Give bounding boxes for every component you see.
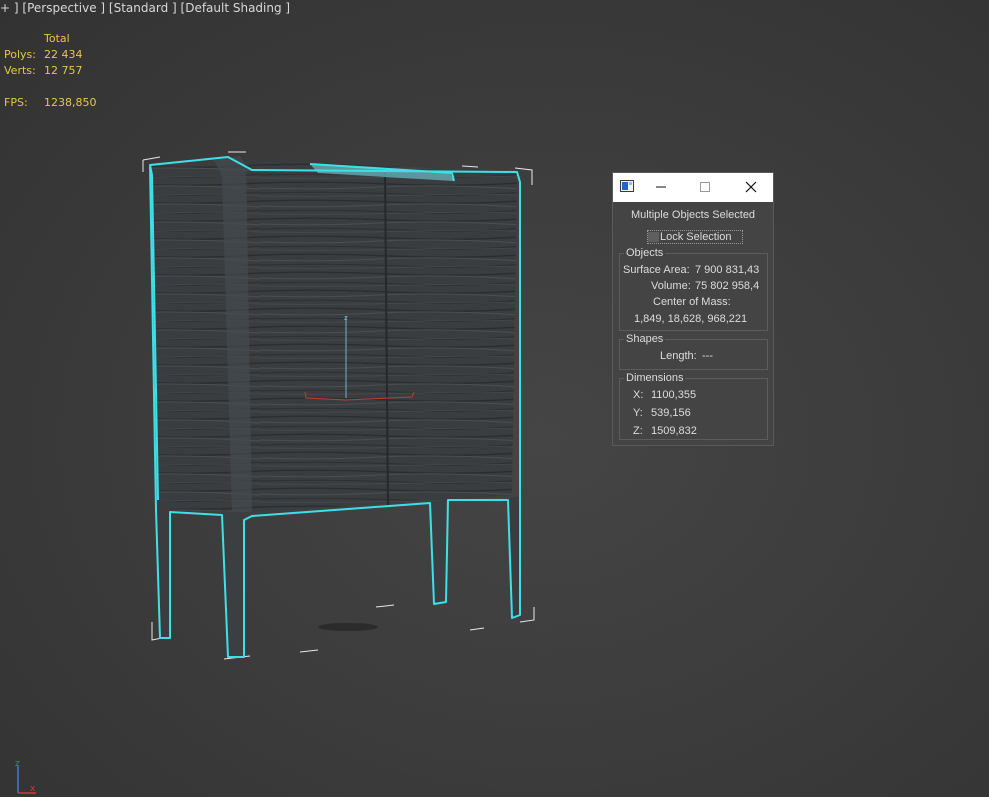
shapes-group: Shapes Length: --- xyxy=(619,333,768,370)
center-of-mass-value: 1,849, 18,628, 968,221 xyxy=(634,313,748,325)
verts-value: 12 757 xyxy=(44,64,83,77)
viewport-scene[interactable]: z z x xyxy=(0,0,989,797)
svg-text:z: z xyxy=(344,314,348,322)
viewport-menu-camera[interactable]: [Standard ] xyxy=(109,0,177,16)
center-of-mass-label: Center of Mass: xyxy=(653,296,731,308)
shapes-group-title: Shapes xyxy=(624,333,666,346)
dialog-titlebar[interactable] xyxy=(613,173,773,202)
dimensions-group: Dimensions X: 1100,355 Y: 539,156 Z: 150… xyxy=(619,372,768,440)
length-label: Length: xyxy=(660,350,697,362)
close-icon[interactable] xyxy=(744,180,758,194)
surface-area-label: Surface Area: xyxy=(623,264,690,276)
dimensions-group-title: Dimensions xyxy=(624,372,686,385)
objects-group-title: Objects xyxy=(624,247,666,260)
volume-value: 75 802 958,4 xyxy=(695,280,760,292)
lock-selection-box[interactable] xyxy=(648,232,659,242)
floor-shadow xyxy=(318,623,378,631)
viewport-menu-plus[interactable]: + ] xyxy=(0,0,19,16)
window-icon xyxy=(620,180,634,192)
dim-x-label: X: xyxy=(633,389,644,401)
lock-selection-checkbox[interactable]: Lock Selection xyxy=(647,230,743,244)
viewport-label[interactable]: + ] [Perspective ] [Standard ] [Default … xyxy=(0,0,290,16)
axis-tripod-icon: z x xyxy=(15,759,36,794)
cabinet-front-panel xyxy=(246,160,517,512)
fps-label: FPS: xyxy=(4,96,28,109)
viewport-menu-shading[interactable]: [Default Shading ] xyxy=(181,0,291,16)
verts-label: Verts: xyxy=(4,64,36,77)
length-value: --- xyxy=(702,350,713,362)
minimize-icon[interactable] xyxy=(654,180,668,194)
stats-header: Total xyxy=(44,32,70,45)
dim-y-label: Y: xyxy=(633,407,643,419)
fps-value: 1238,850 xyxy=(44,96,97,109)
maximize-icon[interactable] xyxy=(698,180,712,194)
polys-value: 22 434 xyxy=(44,48,83,61)
dim-z-value: 1509,832 xyxy=(651,425,697,437)
dim-y-value: 539,156 xyxy=(651,407,691,419)
polys-label: Polys: xyxy=(4,48,36,61)
surface-area-value: 7 900 831,43 xyxy=(695,264,760,276)
dialog-heading: Multiple Objects Selected xyxy=(630,209,756,221)
viewport-menu-view[interactable]: [Perspective ] xyxy=(22,0,105,16)
lock-selection-label: Lock Selection xyxy=(660,231,732,243)
dim-z-label: Z: xyxy=(633,425,643,437)
svg-text:z: z xyxy=(15,759,20,769)
objects-group: Objects Surface Area: 7 900 831,43 Volum… xyxy=(619,247,768,331)
svg-text:x: x xyxy=(30,784,36,794)
volume-label: Volume: xyxy=(651,280,691,292)
measure-dialog[interactable]: Multiple Objects Selected Lock Selection… xyxy=(612,172,774,446)
dim-x-value: 1100,355 xyxy=(651,389,697,401)
